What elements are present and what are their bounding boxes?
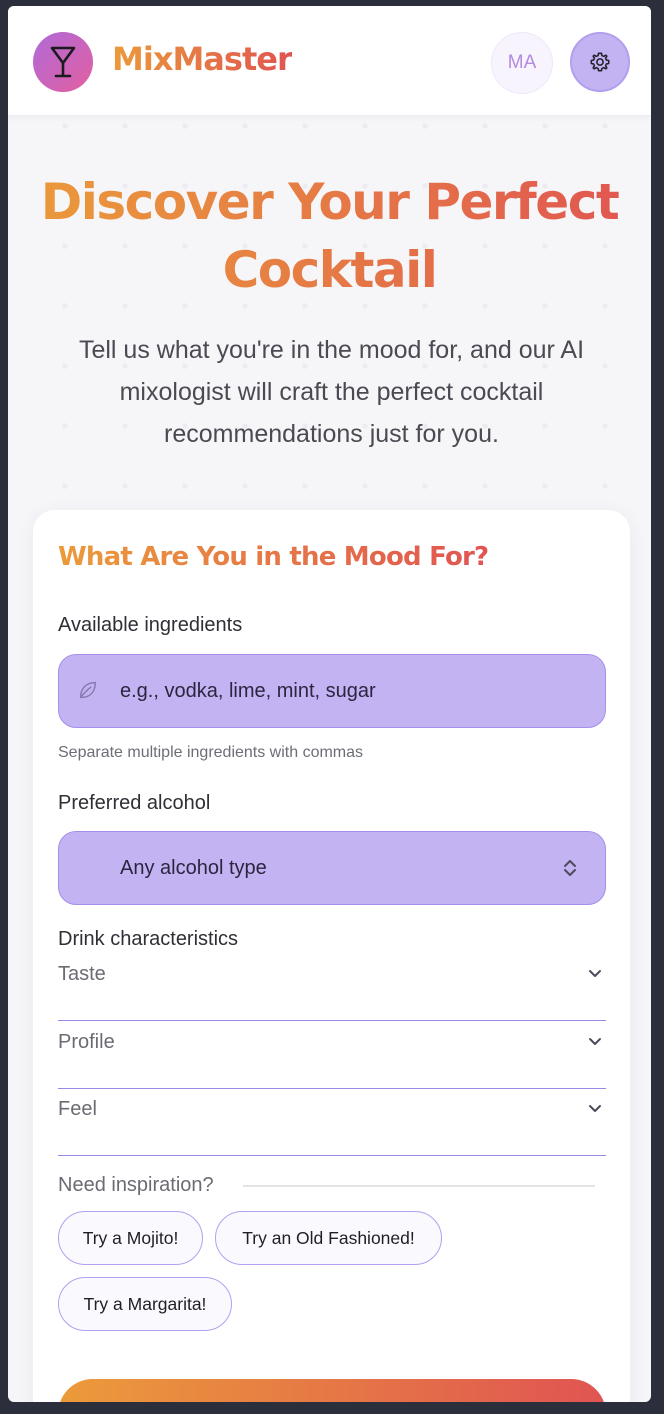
- taste-dropdown[interactable]: Taste: [58, 953, 606, 1021]
- chip-margarita[interactable]: Try a Margarita!: [58, 1277, 232, 1331]
- select-chevrons-icon: [564, 860, 576, 876]
- user-avatar[interactable]: MA: [491, 32, 553, 94]
- app-header: MixMaster MA: [8, 6, 651, 116]
- alcohol-selected-value: Any alcohol type: [120, 856, 267, 879]
- settings-button[interactable]: [570, 32, 630, 92]
- ingredients-placeholder: e.g., vodka, lime, mint, sugar: [120, 679, 376, 702]
- hero-title: Discover Your Perfect Cocktail: [8, 168, 651, 304]
- profile-dropdown[interactable]: Profile: [58, 1021, 606, 1089]
- chevron-down-icon: [589, 1038, 601, 1045]
- cocktail-glass-icon[interactable]: [33, 32, 93, 92]
- ingredients-label: Available ingredients: [58, 614, 243, 636]
- brand-name: MixMaster: [112, 40, 293, 78]
- chevron-down-icon: [589, 970, 601, 977]
- inspiration-label: Need inspiration?: [58, 1174, 214, 1196]
- alcohol-select[interactable]: Any alcohol type: [58, 831, 606, 905]
- ingredients-hint: Separate multiple ingredients with comma…: [58, 744, 364, 761]
- mood-form-card: What Are You in the Mood For? Available …: [33, 510, 630, 1402]
- hero-subtitle-line-2: mixologist will craft the perfect cockta…: [119, 378, 544, 406]
- hero-subtitle-line-3: recommendations just for you.: [164, 420, 499, 448]
- feel-dropdown[interactable]: Feel: [58, 1088, 606, 1156]
- taste-label: Taste: [58, 963, 106, 985]
- hero-title-line-2: Cocktail: [222, 241, 437, 299]
- app-frame: MixMaster MA Discover Your Perfect Cockt…: [8, 6, 651, 1402]
- chip-old-fashioned[interactable]: Try an Old Fashioned!: [215, 1211, 442, 1265]
- chevron-down-icon: [589, 1105, 601, 1112]
- leaf-icon: [79, 681, 97, 699]
- feel-label: Feel: [58, 1098, 97, 1120]
- alcohol-label: Preferred alcohol: [58, 792, 211, 814]
- hero-subtitle-line-1: Tell us what you're in the mood for, and…: [78, 336, 585, 364]
- profile-label: Profile: [58, 1031, 115, 1053]
- inspiration-divider: [243, 1185, 595, 1187]
- form-title: What Are You in the Mood For?: [58, 542, 489, 572]
- ingredients-input[interactable]: e.g., vodka, lime, mint, sugar: [58, 654, 606, 728]
- hero-subtitle: Tell us what you're in the mood for, and…: [48, 329, 615, 455]
- gear-icon: [590, 52, 610, 72]
- chip-mojito[interactable]: Try a Mojito!: [58, 1211, 203, 1265]
- characteristics-label: Drink characteristics: [58, 928, 239, 950]
- get-recommendations-button[interactable]: Get Cocktail Recommendations: [58, 1379, 606, 1402]
- hero-title-line-1: Discover Your Perfect: [40, 173, 619, 231]
